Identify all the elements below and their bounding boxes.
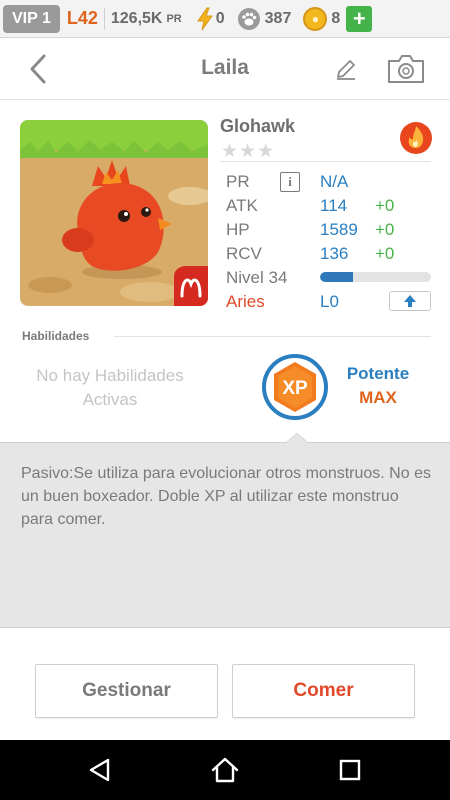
level-label: Nivel 34 (226, 268, 288, 287)
divider (103, 7, 105, 30)
fire-icon (400, 122, 432, 154)
paw-counter[interactable]: 387 (237, 7, 292, 31)
passive-ability-level: MAX (359, 388, 397, 407)
abilities-title: Habilidades (22, 329, 90, 343)
status-bar: VIP 1 L42 126,5K PR 0 387 ● 8 + (0, 0, 450, 38)
coin-counter[interactable]: ● 8 (303, 6, 341, 31)
stat-row-atk: ATK 114 +0 (226, 196, 431, 218)
level-progress-fill (320, 272, 354, 282)
divider (220, 161, 431, 162)
monster-portrait[interactable] (20, 120, 208, 306)
stat-value: 1589 (320, 220, 358, 239)
lightning-icon (196, 7, 213, 30)
stat-label: HP (226, 220, 250, 239)
page-title: Laila (201, 56, 249, 79)
add-currency-button[interactable]: + (346, 5, 373, 32)
stat-bonus: +0 (375, 220, 395, 239)
stat-value: 136 (320, 244, 349, 263)
vip-badge[interactable]: VIP 1 (3, 4, 60, 33)
system-nav-bar (0, 740, 450, 800)
manage-button[interactable]: Gestionar (35, 664, 218, 718)
energy-value: 0 (215, 9, 225, 27)
energy-counter[interactable]: 0 (196, 7, 225, 31)
eat-button[interactable]: Comer (232, 664, 415, 718)
triangle-back-icon[interactable] (84, 754, 116, 786)
info-icon[interactable]: i (280, 172, 300, 192)
player-level: L42 (66, 8, 98, 28)
star-rating: ★★★ (221, 141, 276, 162)
level-progress-bar (320, 272, 431, 282)
sign-level: L0 (320, 292, 339, 311)
panel-pointer-inner (286, 434, 308, 443)
stat-label: RCV (226, 244, 262, 263)
stat-row-hp: HP 1589 +0 (226, 220, 431, 242)
stat-bonus: +0 (375, 196, 395, 215)
arrow-up-icon (404, 295, 416, 307)
power-rating-unit: PR (166, 12, 182, 25)
pencil-icon[interactable] (333, 56, 359, 82)
home-icon[interactable] (209, 754, 241, 786)
stat-row-pr: PR i N/A (226, 172, 431, 194)
xp-badge-text: XP (282, 378, 308, 399)
header: Laila (0, 38, 450, 100)
monster-name: Glohawk (220, 116, 296, 136)
stat-value: N/A (320, 172, 349, 191)
xp-passive-icon[interactable]: XP (262, 354, 328, 420)
stat-value: 114 (320, 196, 348, 215)
stat-label: PR (226, 172, 250, 191)
power-rating-value: 126,5K (110, 9, 163, 27)
coin-value: 8 (331, 9, 341, 27)
no-active-abilities-text: No hay Habilidades Activas (36, 366, 184, 409)
divider (114, 336, 431, 337)
paw-icon (237, 7, 260, 30)
stat-label: ATK (226, 196, 258, 215)
stat-row-rcv: RCV 136 +0 (226, 244, 431, 266)
paw-value: 387 (264, 9, 292, 27)
monster-detail-screen: VIP 1 L42 126,5K PR 0 387 ● 8 + Laila Gl… (0, 0, 450, 800)
coin-icon: ● (303, 6, 328, 31)
sign-label: Aries (226, 292, 265, 311)
sign-upgrade-button[interactable] (389, 291, 431, 311)
stat-bonus: +0 (375, 244, 395, 263)
camera-icon[interactable] (386, 52, 426, 86)
ability-description-text: Pasivo:Se utiliza para evolucionar otros… (21, 465, 431, 528)
recents-icon[interactable] (334, 754, 366, 786)
passive-ability-name: Potente (346, 364, 410, 383)
